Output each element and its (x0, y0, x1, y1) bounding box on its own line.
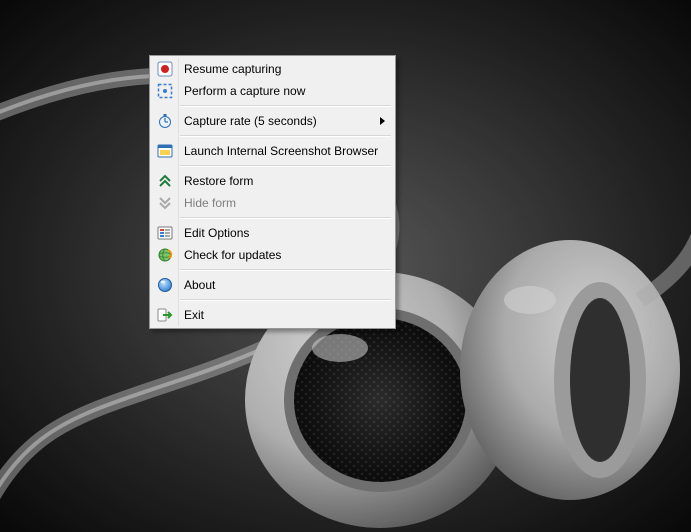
menu-item-label: Capture rate (5 seconds) (184, 114, 317, 128)
menu-item-label: Check for updates (184, 248, 281, 262)
menu-item-label: Hide form (184, 196, 236, 210)
record-icon (157, 61, 173, 77)
menu-item-exit[interactable]: Exit (152, 304, 393, 326)
about-icon (157, 277, 173, 293)
capture-frame-icon (157, 83, 173, 99)
menu-item-label: Restore form (184, 174, 253, 188)
menu-item-restore-form[interactable]: Restore form (152, 170, 393, 192)
options-list-icon (157, 225, 173, 241)
menu-item-hide-form: Hide form (152, 192, 393, 214)
desktop: Resume capturing Perform a capture now C… (0, 0, 691, 532)
menu-item-check-updates[interactable]: Check for updates (152, 244, 393, 266)
menu-item-perform-capture-now[interactable]: Perform a capture now (152, 80, 393, 102)
window-icon (157, 143, 173, 159)
menu-separator (180, 299, 391, 301)
stopwatch-icon (157, 113, 173, 129)
menu-item-launch-browser[interactable]: Launch Internal Screenshot Browser (152, 140, 393, 162)
menu-item-edit-options[interactable]: Edit Options (152, 222, 393, 244)
menu-item-label: Exit (184, 308, 204, 322)
menu-item-label: Edit Options (184, 226, 249, 240)
menu-separator (180, 269, 391, 271)
chevron-right-icon (379, 116, 387, 126)
menu-separator (180, 217, 391, 219)
menu-separator (180, 165, 391, 167)
menu-item-label: About (184, 278, 215, 292)
menu-separator (180, 135, 391, 137)
menu-item-capture-rate[interactable]: Capture rate (5 seconds) (152, 110, 393, 132)
double-chevron-up-icon (157, 173, 173, 189)
menu-item-about[interactable]: About (152, 274, 393, 296)
menu-item-label: Perform a capture now (184, 84, 305, 98)
tray-context-menu[interactable]: Resume capturing Perform a capture now C… (149, 55, 396, 329)
menu-item-resume-capturing[interactable]: Resume capturing (152, 58, 393, 80)
exit-icon (157, 307, 173, 323)
menu-item-label: Resume capturing (184, 62, 281, 76)
globe-refresh-icon (157, 247, 173, 263)
menu-item-label: Launch Internal Screenshot Browser (184, 144, 378, 158)
double-chevron-down-icon (157, 195, 173, 211)
menu-separator (180, 105, 391, 107)
